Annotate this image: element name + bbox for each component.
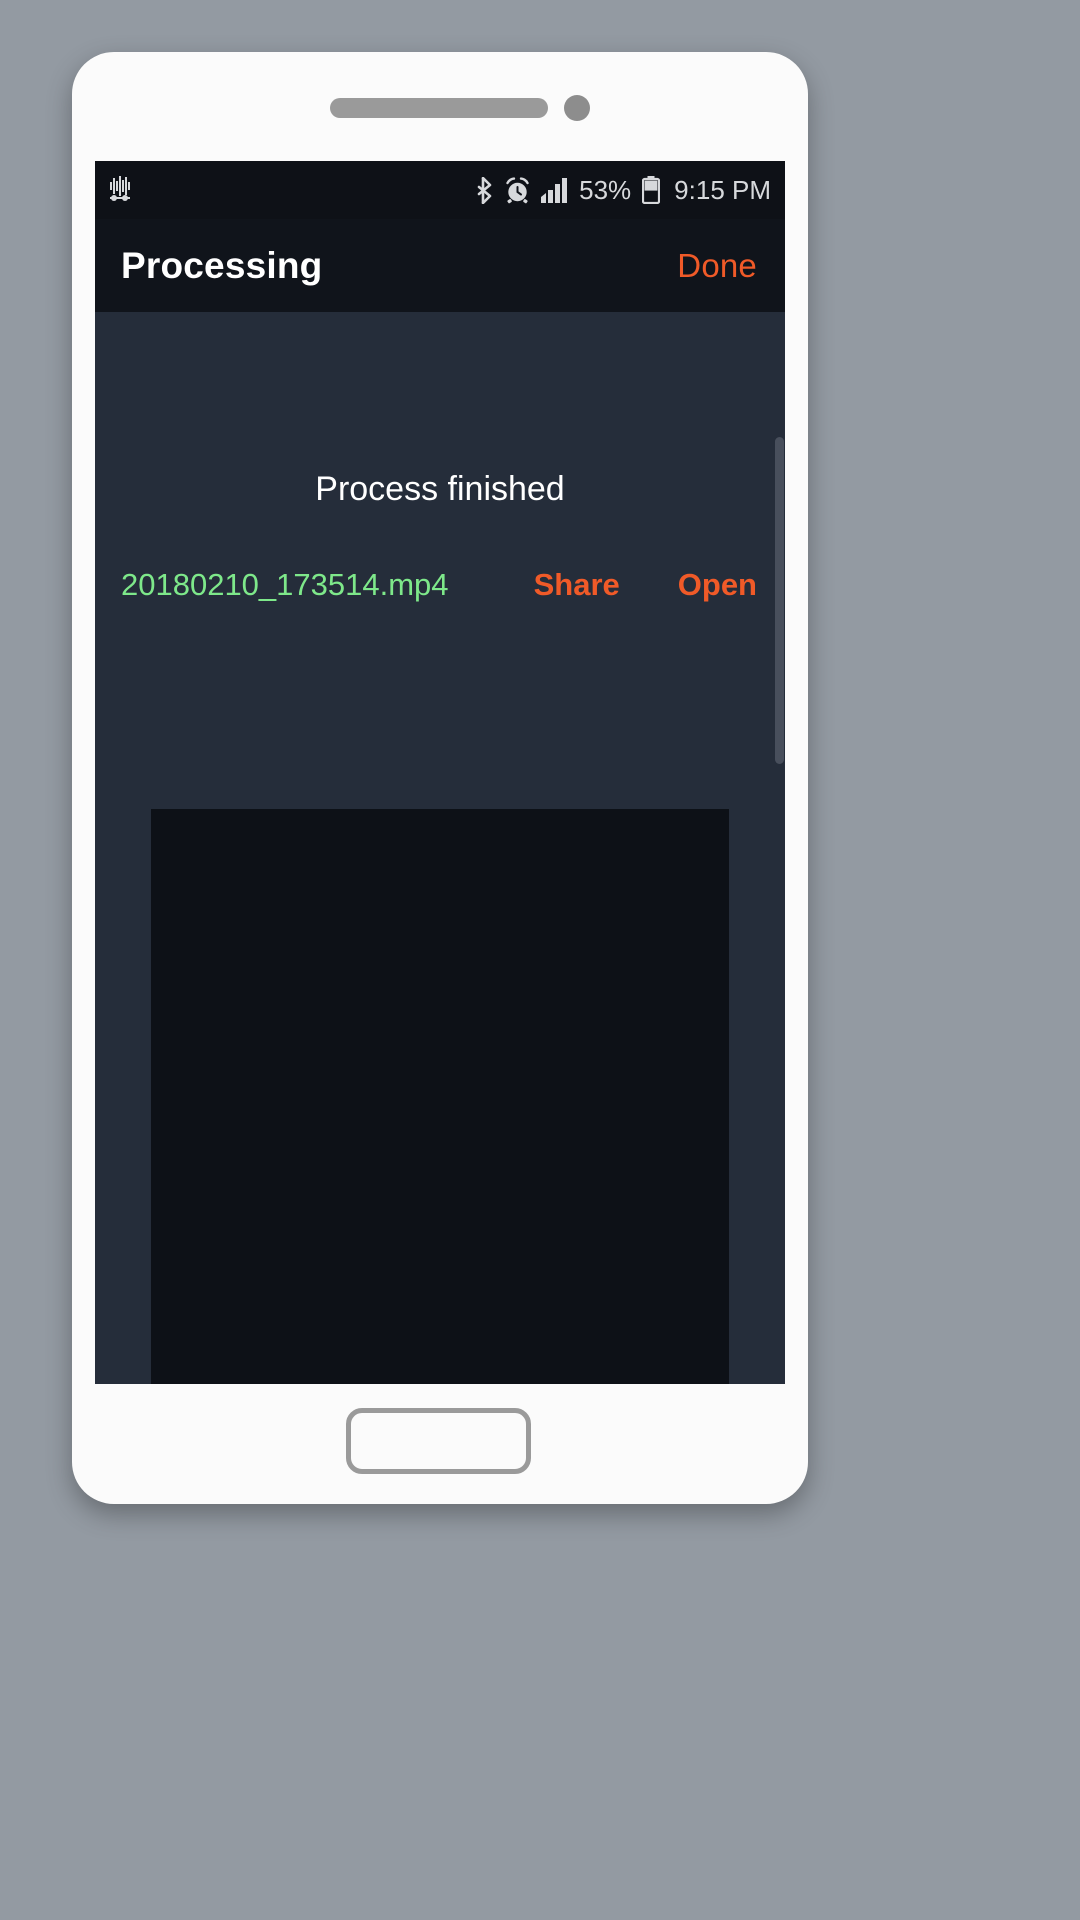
status-bar-right: 53% 9:15 PM [474,175,771,206]
scrollbar[interactable] [774,312,785,1384]
app-bar: Processing Done [95,219,785,312]
alarm-icon [505,176,530,204]
content-area: Process finished 20180210_173514.mp4 Sha… [95,312,785,1384]
page-title: Processing [121,244,323,286]
equalizer-icon [109,176,143,204]
status-bar-left [109,176,143,204]
screenshot-root: 53% 9:15 PM Processing Done Process fini… [0,0,1080,1920]
smartphone-frame: 53% 9:15 PM Processing Done Process fini… [72,52,808,1504]
video-preview-area[interactable] [151,809,729,1384]
status-bar: 53% 9:15 PM [95,161,785,219]
phone-earpiece-area [72,52,808,162]
phone-screen: 53% 9:15 PM Processing Done Process fini… [95,161,785,1384]
done-button[interactable]: Done [677,247,757,285]
status-message: Process finished [315,470,565,508]
battery-half-icon [642,176,661,204]
front-camera-icon [564,95,590,121]
result-row: 20180210_173514.mp4 Share Open [95,567,785,603]
signal-icon [541,177,568,203]
scrollbar-thumb[interactable] [775,437,784,764]
share-button[interactable]: Share [534,567,620,603]
speaker-grille [330,98,548,118]
battery-percent-label: 53% [579,174,632,205]
open-button[interactable]: Open [678,567,757,603]
home-button[interactable] [346,1408,531,1474]
clock-label: 9:15 PM [674,174,771,205]
output-filename-label: 20180210_173514.mp4 [121,567,449,602]
bluetooth-icon [474,176,494,204]
